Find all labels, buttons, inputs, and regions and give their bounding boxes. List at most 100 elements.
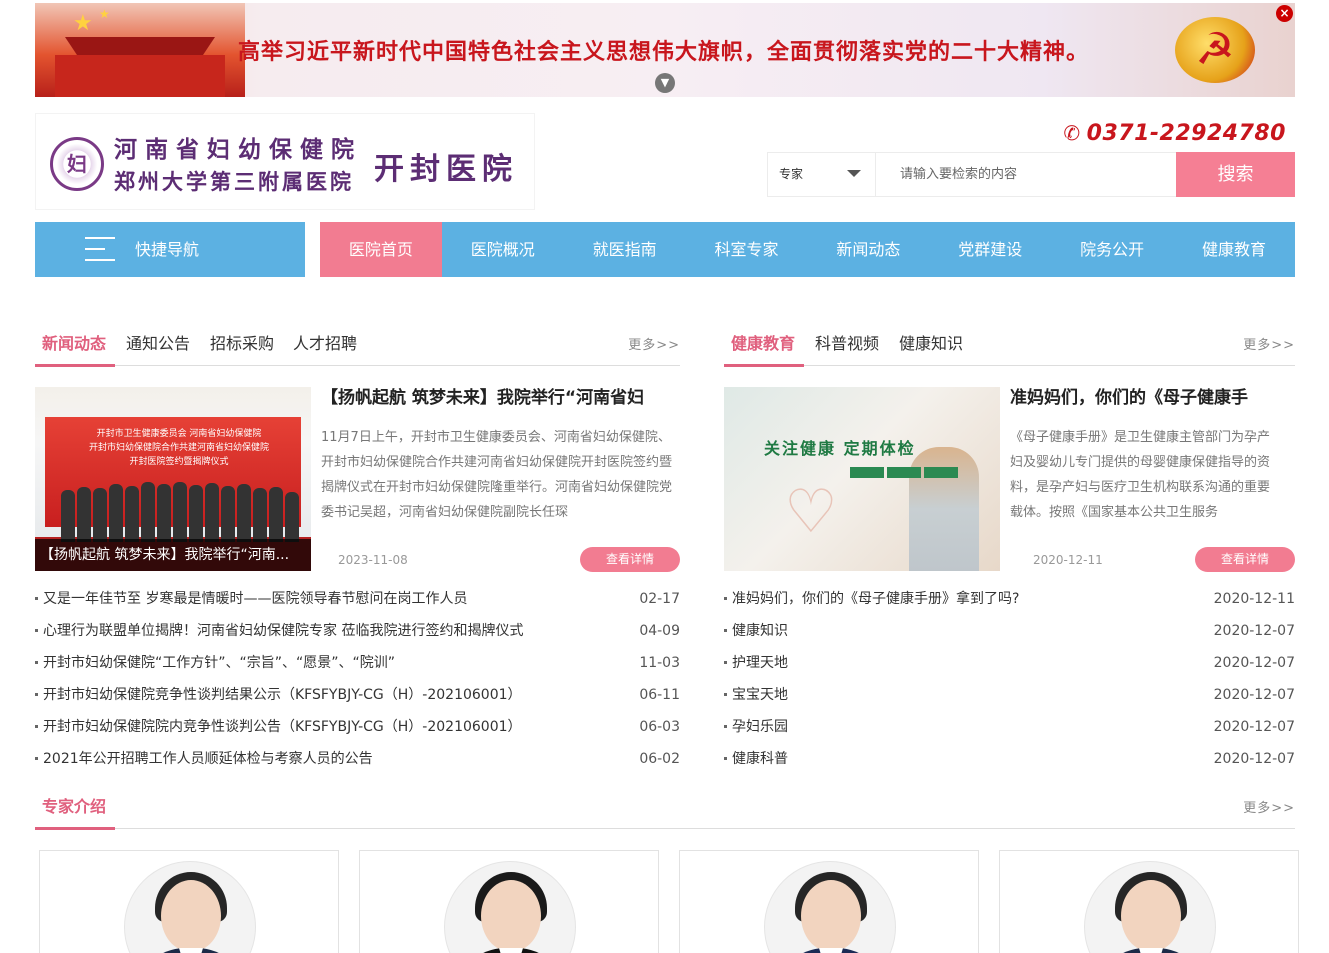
list-item-title: 宝宝天地 bbox=[732, 687, 788, 703]
star-icon: ★ bbox=[99, 7, 110, 21]
list-item-title: 开封市妇幼保健院院内竞争性谈判公告（KFSFYBJY-CG（H）-2021060… bbox=[43, 719, 522, 735]
news-featured-image[interactable]: 开封市卫生健康委员会 河南省妇幼保健院 开封市妇幼保健院合作共建河南省妇幼保健院开… bbox=[35, 387, 311, 571]
nav-item-guide[interactable]: 就医指南 bbox=[564, 222, 686, 277]
list-item[interactable]: 护理天地 2020-12-07 bbox=[724, 647, 1295, 679]
nav-item-departments[interactable]: 科室专家 bbox=[686, 222, 808, 277]
list-item[interactable]: 心理行为联盟单位揭牌！河南省妇幼保健院专家 莅临我院进行签约和揭牌仪式 04-09 bbox=[35, 615, 680, 647]
experts-more-link[interactable]: 更多>> bbox=[1243, 797, 1295, 816]
list-item[interactable]: 2021年公开招聘工作人员顺延体检与考察人员的公告 06-02 bbox=[35, 743, 680, 775]
search-bar: 专家 搜索 bbox=[767, 152, 1295, 197]
list-item[interactable]: 开封市妇幼保健院竞争性谈判结果公示（KFSFYBJY-CG（H）-2021060… bbox=[35, 679, 680, 711]
list-item-date: 2020-12-07 bbox=[1213, 719, 1295, 735]
nav-item-overview[interactable]: 医院概况 bbox=[442, 222, 564, 277]
banner-slogan: 高举习近平新时代中国特色社会主义思想伟大旗帜，全面贯彻落实党的二十大精神。 bbox=[238, 40, 1090, 65]
health-detail-button[interactable]: 查看详情 bbox=[1195, 547, 1295, 572]
health-featured-title[interactable]: 准妈妈们，你们的《母子健康手 bbox=[1010, 387, 1329, 409]
list-item[interactable]: 宝宝天地 2020-12-07 bbox=[724, 679, 1295, 711]
nav-item-home[interactable]: 医院首页 bbox=[320, 222, 442, 277]
news-featured-caption: 【扬帆起航 筑梦未来】我院举行“河南... bbox=[35, 539, 311, 571]
nav-item-party[interactable]: 党群建设 bbox=[929, 222, 1051, 277]
expert-card[interactable] bbox=[999, 850, 1299, 953]
quick-nav-button[interactable]: 快捷导航 bbox=[35, 222, 305, 277]
search-button[interactable]: 搜索 bbox=[1176, 152, 1295, 197]
health-more-link[interactable]: 更多>> bbox=[1243, 334, 1295, 353]
phone-icon: ✆ bbox=[1063, 121, 1081, 145]
list-item[interactable]: 孕妇乐园 2020-12-07 bbox=[724, 711, 1295, 743]
list-item-date: 06-11 bbox=[639, 687, 680, 703]
expert-photo bbox=[444, 861, 576, 953]
list-item-title: 心理行为联盟单位揭牌！河南省妇幼保健院专家 莅临我院进行签约和揭牌仪式 bbox=[43, 623, 524, 639]
list-item-title: 护理天地 bbox=[732, 655, 788, 671]
tab-procurement[interactable]: 招标采购 bbox=[210, 326, 274, 362]
experts-header: 专家介绍 更多>> bbox=[35, 789, 1295, 830]
logo-branch-name: 开封医院 bbox=[374, 152, 518, 187]
expert-card[interactable] bbox=[359, 850, 659, 953]
hotline-number: 0371-22924780 bbox=[1086, 121, 1286, 146]
tab-health-education[interactable]: 健康教育 bbox=[731, 326, 795, 362]
chevron-down-icon[interactable]: ▼ bbox=[655, 73, 675, 93]
expert-card[interactable] bbox=[679, 850, 979, 953]
list-item-title: 孕妇乐园 bbox=[732, 719, 788, 735]
tab-notices[interactable]: 通知公告 bbox=[126, 326, 190, 362]
search-category-select[interactable]: 专家 bbox=[768, 153, 876, 196]
list-item-date: 2020-12-07 bbox=[1213, 687, 1295, 703]
list-item-title: 又是一年佳节至 岁寒最是情暖时——医院领导春节慰问在岗工作人员 bbox=[43, 591, 468, 607]
tab-science-videos[interactable]: 科普视频 bbox=[815, 326, 879, 362]
health-featured: ♡ 关注健康 定期体检 准妈妈们，你们的《母子健康手 《母子健康手册》是卫生健康… bbox=[724, 387, 1295, 577]
health-featured-date: 2020-12-11 bbox=[1033, 553, 1103, 567]
nav-item-health-education[interactable]: 健康教育 bbox=[1173, 222, 1295, 277]
tiananmen-illustration: ★ ★ bbox=[35, 3, 245, 97]
list-item-date: 11-03 bbox=[639, 655, 680, 671]
health-featured-image[interactable]: ♡ 关注健康 定期体检 bbox=[724, 387, 1000, 571]
main-nav: 医院首页 医院概况 就医指南 科室专家 新闻动态 党群建设 院务公开 健康教育 bbox=[320, 222, 1295, 277]
list-item[interactable]: 开封市妇幼保健院“工作方针”、“宗旨”、“愿景”、“院训” 11-03 bbox=[35, 647, 680, 679]
list-item-date: 2020-12-07 bbox=[1213, 655, 1295, 671]
tab-underline bbox=[35, 827, 115, 830]
list-item-date: 06-02 bbox=[639, 751, 680, 767]
list-item[interactable]: 健康知识 2020-12-07 bbox=[724, 615, 1295, 647]
experts-list bbox=[35, 850, 1299, 953]
tab-health-knowledge[interactable]: 健康知识 bbox=[899, 326, 963, 362]
hotline: ✆ 0371-22924780 bbox=[1063, 121, 1286, 146]
party-emblem-icon: ☭ bbox=[1175, 17, 1255, 83]
list-item-date: 2020-12-07 bbox=[1213, 751, 1295, 767]
nav-item-affairs[interactable]: 院务公开 bbox=[1051, 222, 1173, 277]
logo-name-line2: 郑州大学第三附属医院 bbox=[114, 169, 354, 194]
list-item[interactable]: 开封市妇幼保健院院内竞争性谈判公告（KFSFYBJY-CG（H）-2021060… bbox=[35, 711, 680, 743]
health-list: 准妈妈们，你们的《母子健康手册》拿到了吗? 2020-12-11 健康知识 2020… bbox=[724, 583, 1295, 775]
search-input[interactable] bbox=[876, 153, 1176, 196]
caret-down-icon bbox=[847, 170, 861, 177]
list-item-title: 开封市妇幼保健院“工作方针”、“宗旨”、“愿景”、“院训” bbox=[43, 655, 396, 671]
news-more-link[interactable]: 更多>> bbox=[628, 334, 680, 353]
tab-underline bbox=[35, 364, 115, 367]
list-item-title: 2021年公开招聘工作人员顺延体检与考察人员的公告 bbox=[43, 751, 373, 767]
tab-news[interactable]: 新闻动态 bbox=[42, 326, 106, 362]
news-tabs: 新闻动态 通知公告 招标采购 人才招聘 更多>> bbox=[35, 326, 680, 367]
list-item-date: 2020-12-11 bbox=[1213, 591, 1295, 607]
close-icon[interactable]: × bbox=[1276, 5, 1293, 22]
tab-recruitment[interactable]: 人才招聘 bbox=[293, 326, 357, 362]
news-featured-summary: 11月7日上午，开封市卫生健康委员会、河南省妇幼保健院、开封市妇幼保健院合作共建… bbox=[321, 430, 673, 520]
tab-underline bbox=[724, 364, 804, 367]
hospital-logo[interactable]: 妇 河南省妇幼保健院 郑州大学第三附属医院 开封医院 bbox=[35, 113, 535, 210]
news-list: 又是一年佳节至 岁寒最是情暖时——医院领导春节慰问在岗工作人员 02-17 心理行… bbox=[35, 583, 680, 775]
list-item-date: 04-09 bbox=[639, 623, 680, 639]
nav-item-news[interactable]: 新闻动态 bbox=[808, 222, 930, 277]
expert-photo bbox=[1084, 861, 1216, 953]
list-item-title: 健康知识 bbox=[732, 623, 788, 639]
list-item-date: 2020-12-07 bbox=[1213, 623, 1295, 639]
news-featured-title[interactable]: 【扬帆起航 筑梦未来】我院举行“河南省妇 bbox=[321, 387, 681, 409]
experts-title[interactable]: 专家介绍 bbox=[42, 789, 106, 825]
list-item-title: 准妈妈们，你们的《母子健康手册》拿到了吗? bbox=[732, 591, 1020, 607]
search-category-value: 专家 bbox=[779, 167, 804, 181]
list-item[interactable]: 健康科普 2020-12-07 bbox=[724, 743, 1295, 775]
list-item[interactable]: 又是一年佳节至 岁寒最是情暖时——医院领导春节慰问在岗工作人员 02-17 bbox=[35, 583, 680, 615]
list-item-date: 06-03 bbox=[639, 719, 680, 735]
health-tabs: 健康教育 科普视频 健康知识 更多>> bbox=[724, 326, 1295, 367]
list-item[interactable]: 准妈妈们，你们的《母子健康手册》拿到了吗? 2020-12-11 bbox=[724, 583, 1295, 615]
logo-name-line1: 河南省妇幼保健院 bbox=[114, 136, 362, 163]
list-item-title: 健康科普 bbox=[732, 751, 788, 767]
quick-nav-label: 快捷导航 bbox=[135, 240, 200, 259]
news-detail-button[interactable]: 查看详情 bbox=[580, 547, 680, 572]
expert-card[interactable] bbox=[39, 850, 339, 953]
